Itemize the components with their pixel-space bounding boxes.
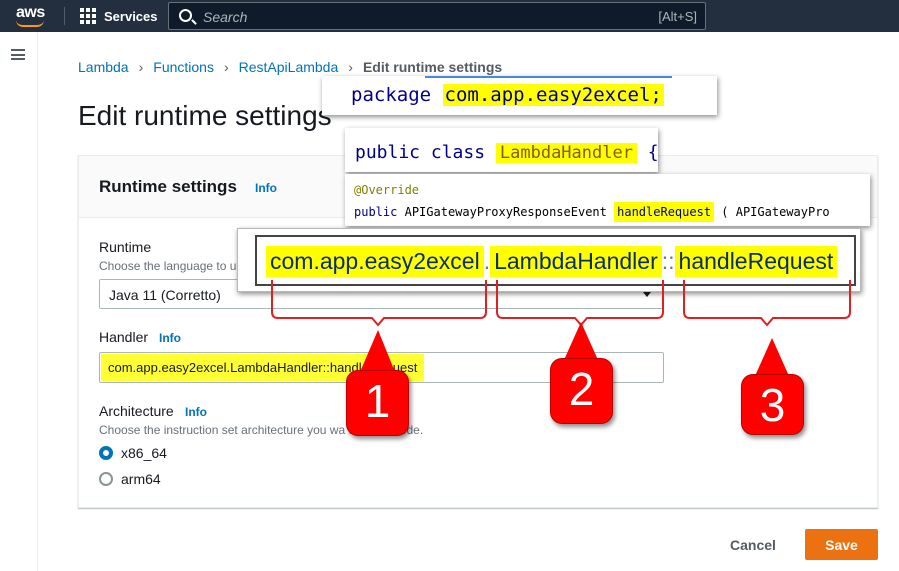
bracket-2: [496, 280, 664, 327]
bracket-3: [683, 280, 851, 327]
callout-1: 1: [346, 370, 409, 436]
callout-pointer-2: [564, 322, 598, 360]
callout-3: 3: [741, 374, 804, 435]
annotation-brackets: [271, 280, 851, 376]
callout-2: 2: [550, 358, 613, 424]
callout-pointer-1: [360, 330, 395, 372]
callout-pointer-3: [755, 338, 789, 376]
bracket-1: [271, 280, 487, 327]
